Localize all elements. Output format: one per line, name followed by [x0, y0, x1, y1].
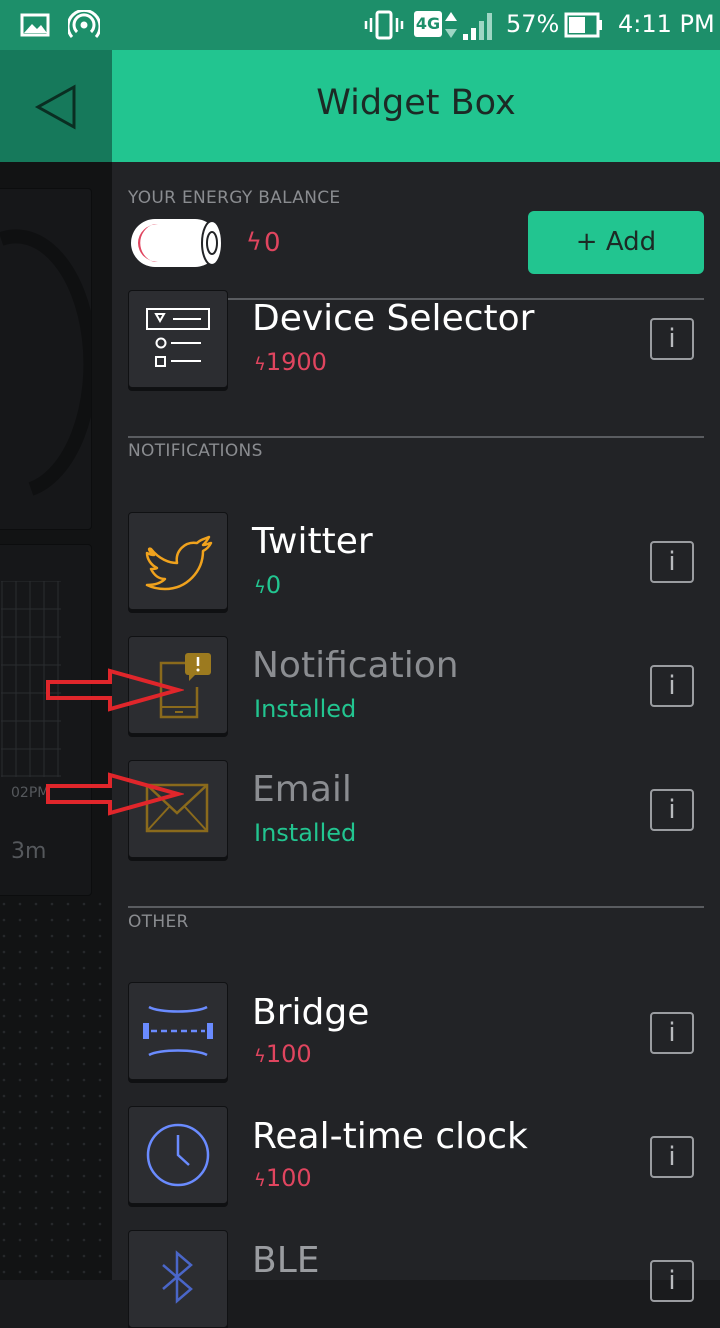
- info-button[interactable]: i: [650, 789, 694, 831]
- background-chart-widget: 02PM 3m: [0, 544, 92, 896]
- data-arrows-icon: [445, 12, 457, 38]
- annotation-arrow-icon: [46, 668, 184, 712]
- info-button[interactable]: i: [650, 1260, 694, 1302]
- divider: [128, 436, 704, 438]
- signal-icon: [463, 13, 492, 40]
- background-dashboard: 02PM 3m: [0, 50, 112, 1280]
- widget-price: ϟ1900: [254, 348, 327, 376]
- widget-box-drawer: Widget Box YOUR ENERGY BALANCE ϟ 0 + Add…: [112, 50, 720, 1328]
- battery-icon: [564, 12, 602, 38]
- clock-icon: [146, 1123, 210, 1187]
- section-label-notifications: NOTIFICATIONS: [128, 441, 263, 461]
- bolt-icon: ϟ: [254, 354, 266, 375]
- drawer-title: Widget Box: [316, 83, 516, 123]
- background-gauge-widget: [0, 188, 98, 530]
- widget-tile: [128, 1106, 228, 1204]
- info-button[interactable]: i: [650, 665, 694, 707]
- bolt-icon: ϟ: [254, 1170, 266, 1191]
- gallery-icon: [20, 13, 50, 37]
- background-header: [0, 50, 112, 162]
- clock-time: 4:11 PM: [618, 10, 715, 38]
- section-label-other: OTHER: [128, 912, 189, 932]
- widget-tile: [128, 1230, 228, 1328]
- bolt-icon: ϟ: [254, 1046, 266, 1067]
- status-bar: 4G 57% 4:11 PM: [0, 0, 720, 50]
- twitter-bird-icon: [145, 535, 213, 591]
- energy-balance-label: YOUR ENERGY BALANCE: [128, 188, 341, 208]
- info-button[interactable]: i: [650, 1136, 694, 1178]
- battery-energy-icon: [131, 219, 223, 267]
- widget-status: Installed: [254, 695, 357, 723]
- energy-bolt-icon: ϟ: [246, 228, 262, 256]
- widget-tile: [128, 290, 228, 388]
- widget-price: ϟ100: [254, 1164, 312, 1192]
- widget-name: Notification: [252, 645, 459, 686]
- widget-name: BLE: [252, 1240, 320, 1281]
- widget-status: Installed: [254, 819, 357, 847]
- network-4g-badge: 4G: [414, 11, 442, 37]
- widget-tile: [128, 982, 228, 1080]
- widget-price: ϟ0: [254, 571, 282, 599]
- widget-price: ϟ100: [254, 1040, 312, 1068]
- divider: [128, 906, 704, 908]
- gauge-arc-icon: [0, 229, 98, 496]
- info-button[interactable]: i: [650, 318, 694, 360]
- vibrate-icon: [364, 10, 404, 40]
- back-arrow-icon[interactable]: [34, 84, 78, 130]
- bolt-icon: ϟ: [254, 577, 266, 598]
- chart-range-label: 3m: [11, 839, 47, 864]
- widget-name: Device Selector: [252, 298, 535, 339]
- energy-balance-value: 0: [264, 228, 281, 258]
- widget-name: Email: [252, 769, 352, 810]
- drawer-header: Widget Box: [112, 50, 720, 162]
- bridge-icon: [143, 1005, 213, 1057]
- widget-name: Bridge: [252, 992, 370, 1033]
- info-button[interactable]: i: [650, 541, 694, 583]
- bluetooth-icon: [162, 1250, 193, 1304]
- device-selector-icon: [146, 308, 210, 367]
- widget-tile: [128, 512, 228, 610]
- widget-name: Twitter: [252, 521, 373, 562]
- add-energy-button[interactable]: + Add: [528, 211, 704, 274]
- info-button[interactable]: i: [650, 1012, 694, 1054]
- hotspot-icon: [68, 10, 100, 38]
- background-dot-grid: [0, 900, 112, 1280]
- annotation-arrow-icon: [46, 772, 184, 816]
- widget-name: Real-time clock: [252, 1116, 528, 1157]
- battery-percent: 57%: [506, 10, 560, 38]
